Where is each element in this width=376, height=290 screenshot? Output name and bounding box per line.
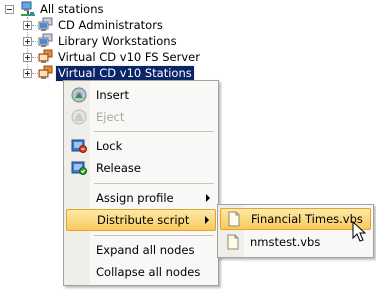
submenu-item-nmstest[interactable]: nmstest.vbs bbox=[220, 231, 371, 253]
server-group-icon bbox=[38, 65, 53, 79]
workstation-group-icon bbox=[38, 33, 53, 47]
menu-item-assign-profile[interactable]: Assign profile bbox=[66, 187, 216, 209]
network-computers-icon bbox=[21, 1, 35, 16]
expand-toggle[interactable] bbox=[23, 37, 32, 46]
context-menu: Insert Eject Lock Release Assign profile… bbox=[63, 80, 219, 286]
expand-toggle[interactable] bbox=[23, 69, 32, 78]
lock-icon bbox=[71, 139, 87, 153]
submenu-arrow-icon bbox=[206, 194, 210, 202]
menu-item-label: Expand all nodes bbox=[96, 243, 195, 257]
menu-item-eject[interactable]: Eject bbox=[66, 106, 216, 128]
menu-separator bbox=[94, 131, 214, 132]
mouse-pointer-icon bbox=[352, 221, 366, 242]
menu-item-label: Assign profile bbox=[96, 191, 174, 205]
submenu-arrow-icon bbox=[205, 216, 209, 224]
menu-item-distribute-script[interactable]: Distribute script bbox=[66, 209, 216, 231]
document-icon bbox=[227, 234, 239, 250]
tree-node-label[interactable]: Virtual CD v10 FS Server bbox=[56, 50, 202, 65]
tree-node-label-selected[interactable]: Virtual CD v10 Stations bbox=[55, 65, 195, 82]
menu-item-label: Eject bbox=[96, 110, 125, 124]
menu-item-expand-all[interactable]: Expand all nodes bbox=[66, 239, 216, 261]
menu-item-lock[interactable]: Lock bbox=[66, 135, 216, 157]
menu-separator bbox=[94, 183, 214, 184]
menu-item-release[interactable]: Release bbox=[66, 157, 216, 179]
eject-disc-icon bbox=[71, 109, 87, 125]
menu-item-label: Collapse all nodes bbox=[96, 265, 201, 279]
menu-item-label: Distribute script bbox=[97, 213, 190, 227]
menu-item-collapse-all[interactable]: Collapse all nodes bbox=[66, 261, 216, 283]
collapse-toggle-all-stations[interactable] bbox=[5, 5, 14, 14]
submenu-item-financial-times[interactable]: Financial Times.vbs bbox=[220, 208, 371, 230]
submenu-item-label: Financial Times.vbs bbox=[251, 212, 363, 226]
menu-item-insert[interactable]: Insert bbox=[66, 84, 216, 106]
menu-item-label: Release bbox=[96, 161, 141, 175]
expand-toggle[interactable] bbox=[23, 21, 32, 30]
menu-separator bbox=[94, 235, 214, 236]
document-icon bbox=[228, 211, 240, 227]
release-icon bbox=[71, 161, 87, 175]
server-group-icon bbox=[38, 49, 53, 63]
menu-item-label: Lock bbox=[96, 139, 123, 153]
tree-node-label-root[interactable]: All stations bbox=[38, 2, 105, 17]
insert-disc-icon bbox=[71, 87, 87, 103]
menu-item-label: Insert bbox=[96, 88, 129, 102]
tree-node-label[interactable]: CD Administrators bbox=[56, 18, 165, 33]
expand-toggle[interactable] bbox=[23, 53, 32, 62]
distribute-script-submenu: Financial Times.vbs nmstest.vbs bbox=[217, 204, 374, 258]
submenu-item-label: nmstest.vbs bbox=[250, 235, 321, 249]
workstation-group-icon bbox=[38, 17, 53, 31]
tree-node-label[interactable]: Library Workstations bbox=[56, 34, 179, 49]
